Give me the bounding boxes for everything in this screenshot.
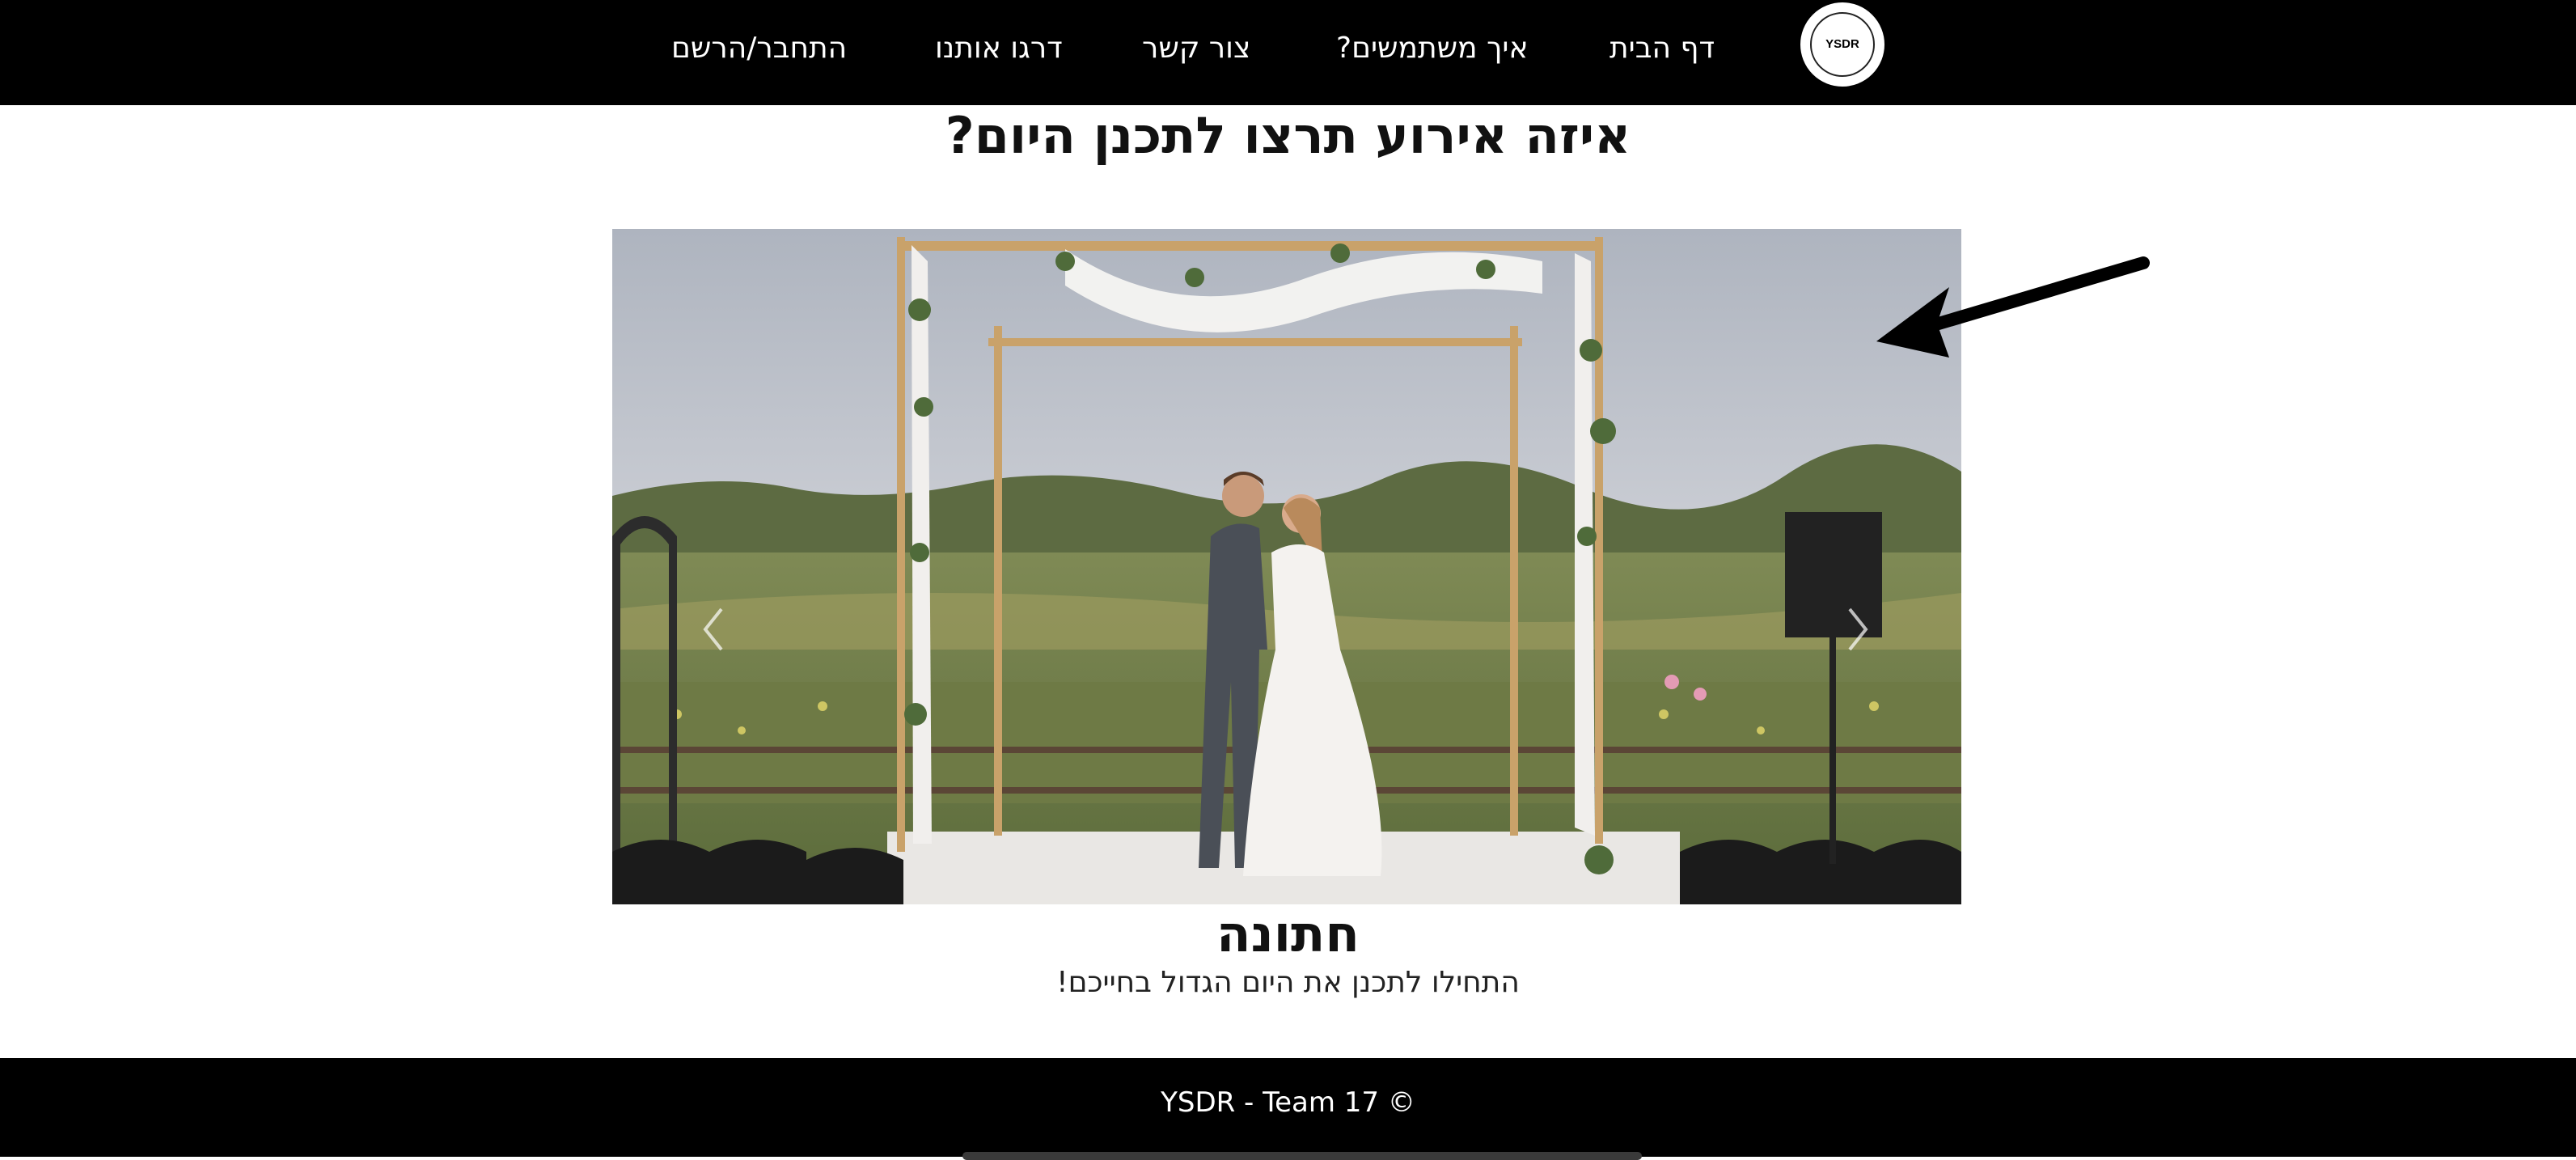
pointer-arrow-icon xyxy=(1876,256,2150,358)
footer-scrollbar[interactable] xyxy=(962,1152,1642,1160)
nav-link-rate-us[interactable]: דרגו אותנו xyxy=(935,24,1063,73)
event-carousel[interactable] xyxy=(612,229,1961,904)
ysdr-logo[interactable]: YSDR xyxy=(1800,2,1884,87)
page-title: איזה אירוע תרצו לתכנן היום? xyxy=(945,106,1631,165)
wedding-photo xyxy=(612,229,1961,904)
nav-link-login-register[interactable]: התחבר/הרשם xyxy=(671,24,847,73)
carousel-prev-button[interactable] xyxy=(677,585,758,666)
slide-title: חתונה xyxy=(1216,904,1360,963)
page-footer: YSDR - Team 17 © xyxy=(0,1058,2576,1160)
nav-link-contact[interactable]: צור קשר xyxy=(1142,24,1250,73)
nav-link-how-to-use[interactable]: איך משתמשים? xyxy=(1336,24,1529,73)
top-navbar: YSDR דף הבית איך משתמשים? צור קשר דרגו א… xyxy=(0,0,2576,105)
footer-copyright: YSDR - Team 17 © xyxy=(1161,1086,1415,1119)
slide-subtitle: התחילו לתכנן את היום הגדול בחייכם! xyxy=(1056,966,1520,999)
logo-text: YSDR xyxy=(1825,37,1859,51)
carousel-next-button[interactable] xyxy=(1817,585,1898,666)
nav-link-home[interactable]: דף הבית xyxy=(1609,24,1715,73)
